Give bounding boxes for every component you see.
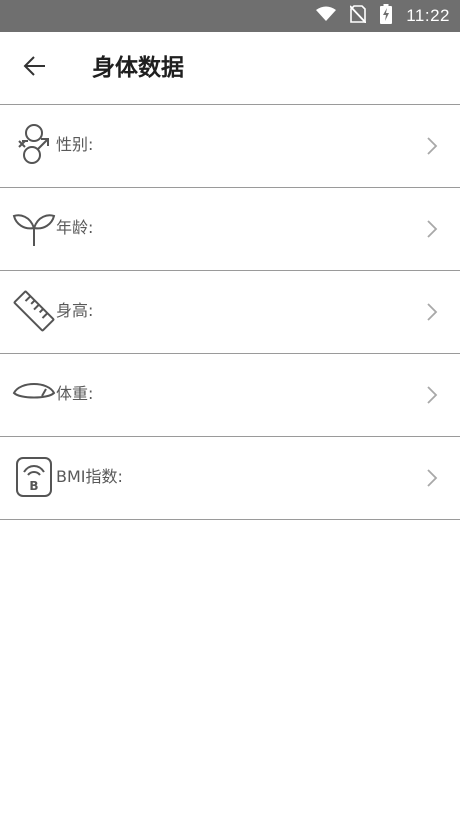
list-item-gender[interactable]: 性别: bbox=[0, 105, 460, 188]
chevron-right-icon bbox=[424, 466, 440, 490]
list-item-weight[interactable]: 体重: bbox=[0, 354, 460, 437]
page-title: 身体数据 bbox=[92, 55, 184, 81]
back-button[interactable] bbox=[18, 52, 52, 84]
list-item-bmi[interactable]: B BMI指数: bbox=[0, 437, 460, 520]
chevron-right-icon bbox=[424, 300, 440, 324]
toolbar: 身体数据 bbox=[0, 32, 460, 105]
list-item-label: 性别: bbox=[56, 135, 94, 154]
battery-charging-icon bbox=[380, 4, 393, 28]
ruler-icon bbox=[12, 287, 56, 335]
no-sim-icon bbox=[349, 5, 367, 27]
chevron-right-icon bbox=[424, 383, 440, 407]
body-data-list: 性别: 年龄: 身高: 体重: B BMI指数: bbox=[0, 105, 460, 520]
list-item-label: BMI指数: bbox=[56, 467, 123, 486]
gender-icon bbox=[12, 121, 56, 169]
chevron-right-icon bbox=[424, 217, 440, 241]
arrow-left-icon bbox=[23, 55, 47, 81]
list-item-label: 身高: bbox=[56, 301, 94, 320]
list-item-label: 体重: bbox=[56, 384, 94, 403]
sprout-icon bbox=[12, 204, 56, 252]
wifi-icon bbox=[316, 6, 337, 26]
scale-icon bbox=[12, 370, 56, 418]
status-time: 11:22 bbox=[406, 6, 450, 25]
chevron-right-icon bbox=[424, 134, 440, 158]
list-item-height[interactable]: 身高: bbox=[0, 271, 460, 354]
list-item-label: 年龄: bbox=[56, 218, 94, 237]
status-bar: 11:22 bbox=[0, 0, 460, 32]
list-item-age[interactable]: 年龄: bbox=[0, 188, 460, 271]
bmi-icon: B bbox=[12, 453, 56, 501]
svg-text:B: B bbox=[29, 479, 38, 493]
status-icons: 11:22 bbox=[316, 0, 450, 32]
